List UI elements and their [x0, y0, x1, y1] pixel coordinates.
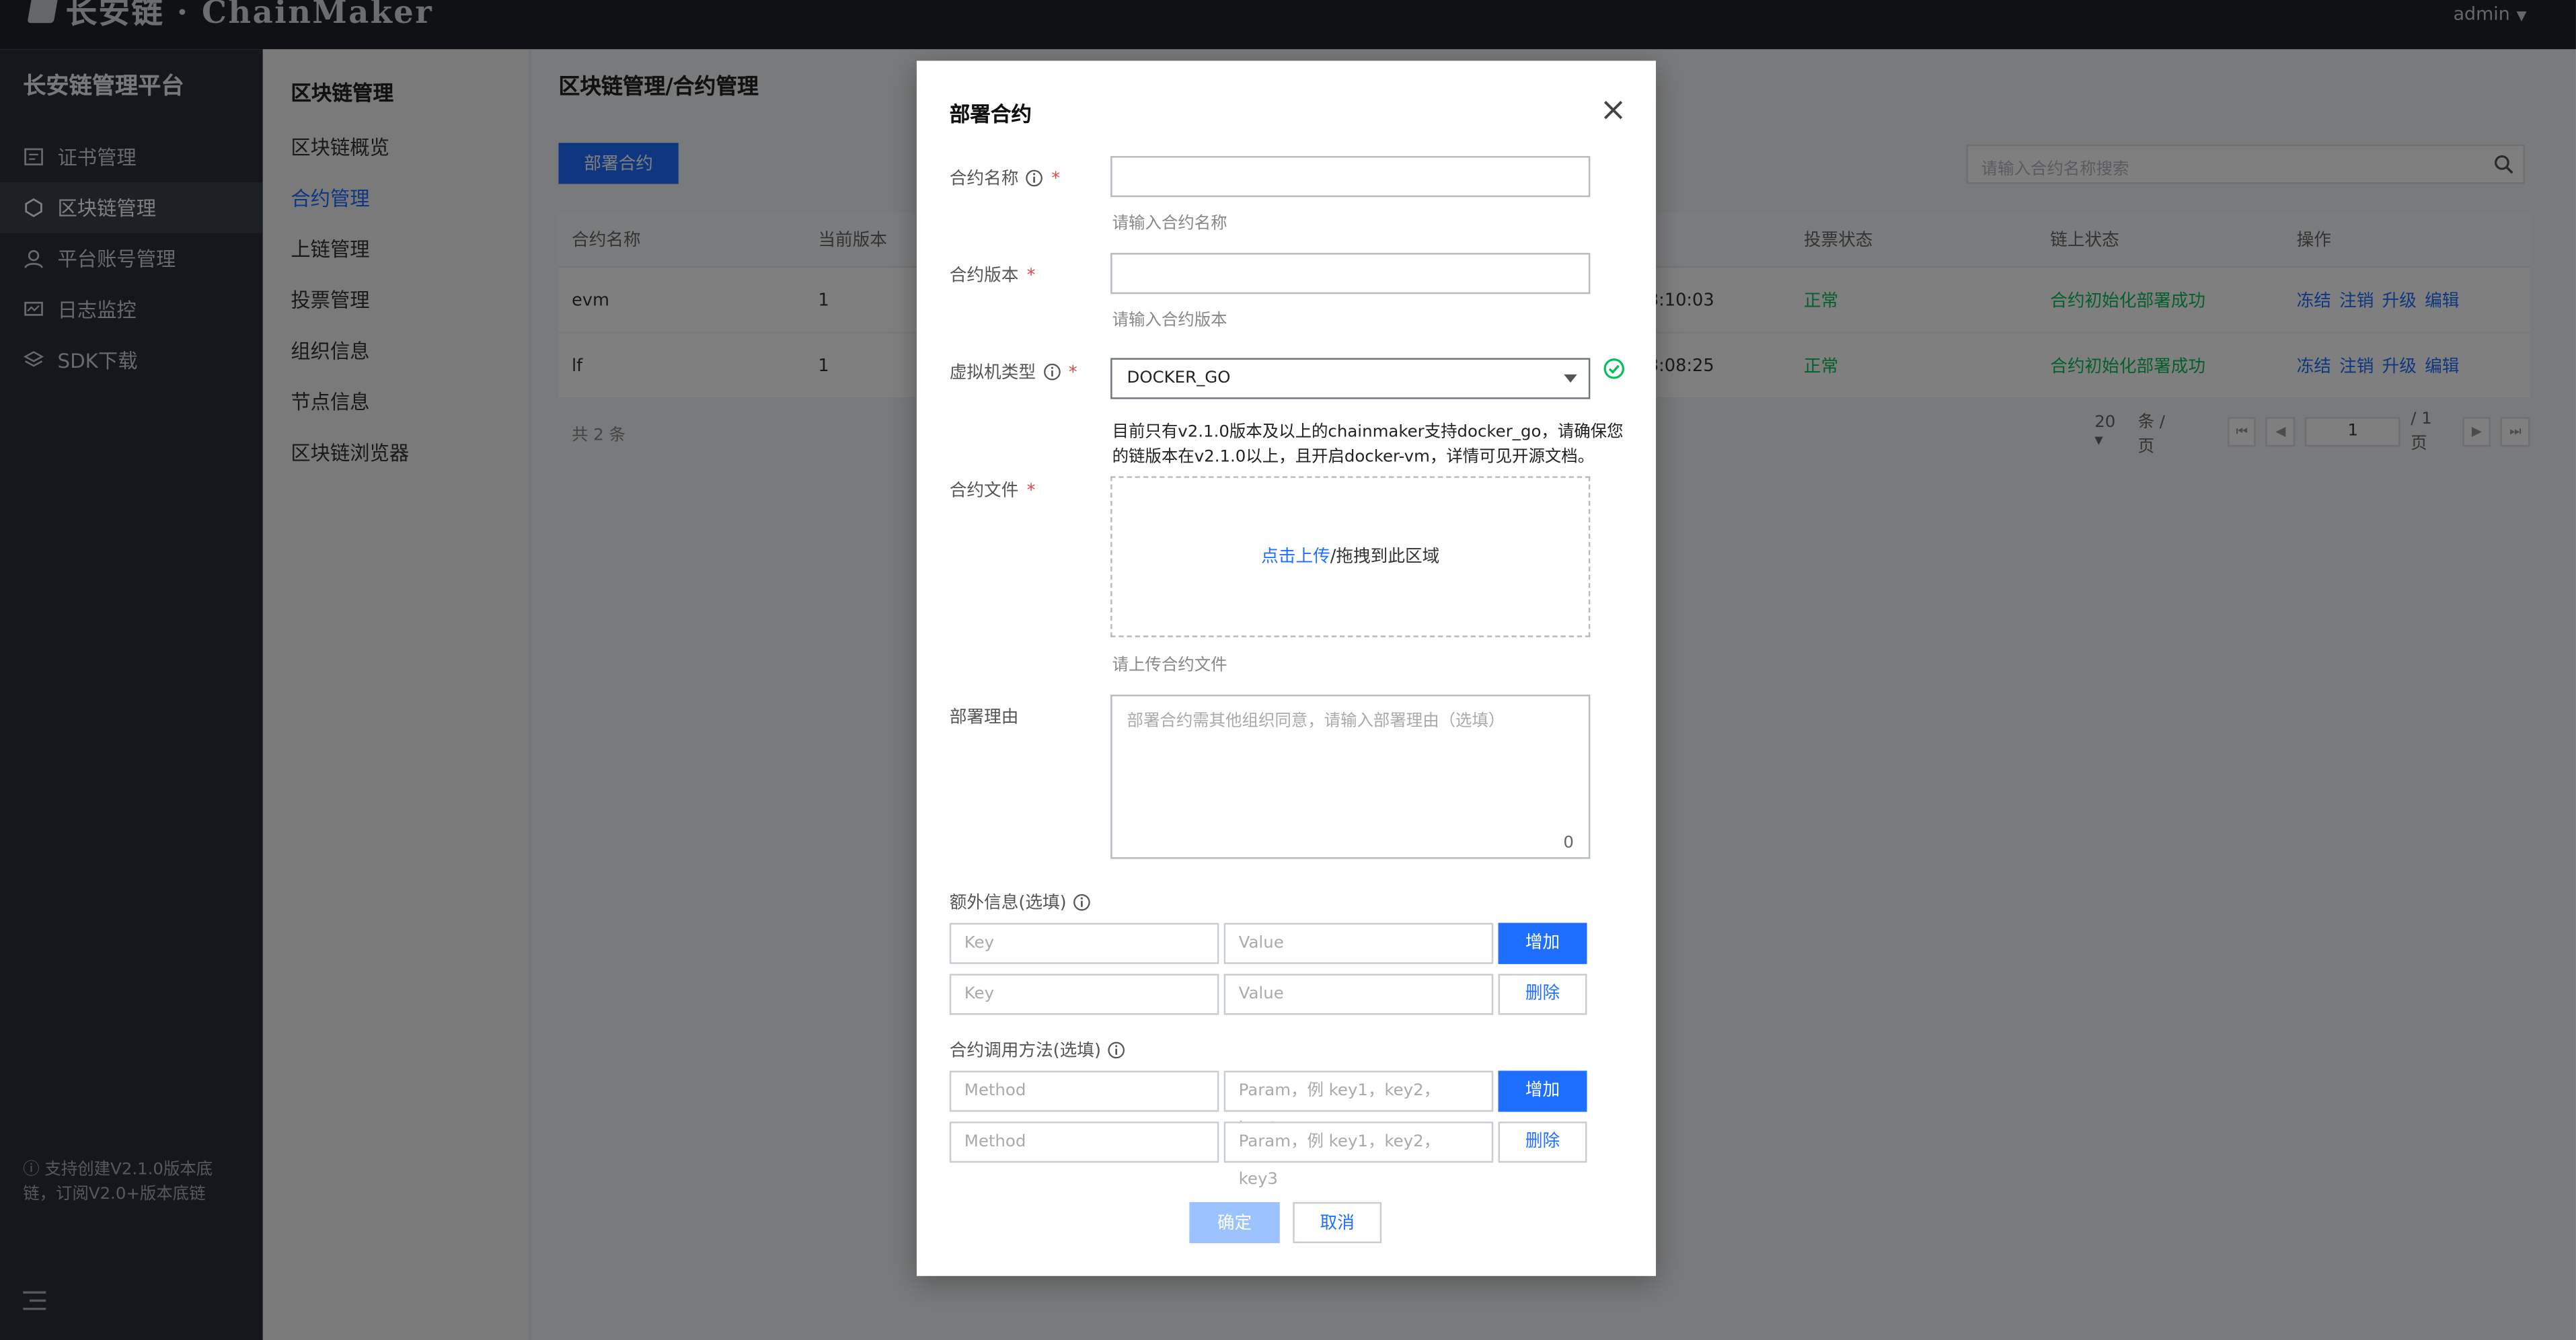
contract-version-input[interactable] — [1110, 253, 1591, 294]
info-icon[interactable] — [1025, 169, 1043, 188]
reason-char-count: 0 — [1563, 834, 1574, 853]
contract-name-label: 合约名称 * — [950, 166, 1060, 191]
required-mark: * — [1068, 362, 1077, 382]
vm-type-label: 虚拟机类型 * — [950, 360, 1077, 385]
extra-add-button[interactable]: 增加 — [1498, 922, 1587, 964]
method-add-button[interactable]: 增加 — [1498, 1070, 1587, 1112]
extra-delete-button[interactable]: 删除 — [1498, 974, 1587, 1015]
deploy-contract-modal: 部署合约 合约名称 * 请输入合约名称 合约版本 * 请输入合约版本 虚拟机类型… — [916, 61, 1657, 1276]
required-mark: * — [1026, 265, 1036, 285]
app-root: 长安链 · ChainMaker admin▼ 长安链管理平台 证书管理 区块链… — [0, 0, 2576, 1340]
check-circle-icon — [1603, 358, 1624, 379]
reason-textarea[interactable]: 部署合约需其他组织同意，请输入部署理由（选填） 0 — [1110, 695, 1591, 859]
info-icon[interactable] — [1043, 363, 1061, 381]
method-param-input[interactable]: Param，例 key1，key2，key3 — [1223, 1121, 1494, 1189]
cancel-button[interactable]: 取消 — [1293, 1201, 1382, 1243]
vm-type-label-text: 虚拟机类型 — [949, 362, 1036, 383]
upload-text: /拖拽到此区域 — [1330, 547, 1440, 567]
extra-value-input[interactable]: Value — [1223, 922, 1494, 964]
method-param-input[interactable]: Param，例 key1，key2，key3 — [1223, 1070, 1494, 1138]
method-delete-button[interactable]: 删除 — [1498, 1121, 1587, 1163]
contract-name-label-text: 合约名称 — [949, 169, 1019, 189]
method-label-text: 合约调用方法(选填) — [949, 1041, 1101, 1061]
confirm-button[interactable]: 确定 — [1189, 1201, 1280, 1243]
method-name-input[interactable]: Method — [949, 1121, 1219, 1163]
method-name-input[interactable]: Method — [949, 1070, 1219, 1112]
contract-file-label-text: 合约文件 — [949, 481, 1019, 501]
upload-link[interactable]: 点击上传 — [1261, 547, 1330, 566]
extra-value-input[interactable]: Value — [1223, 974, 1494, 1015]
vm-type-select[interactable]: DOCKER_GO — [1110, 358, 1591, 399]
vm-type-value: DOCKER_GO — [1127, 369, 1231, 388]
required-mark: * — [1026, 480, 1036, 500]
contract-name-help: 请输入合约名称 — [1112, 214, 1227, 233]
contract-file-help: 请上传合约文件 — [1112, 657, 1227, 675]
vm-notice: 目前只有v2.1.0版本及以上的chainmaker支持docker_go，请确… — [1112, 424, 1624, 467]
file-upload-area[interactable]: 点击上传/拖拽到此区域 — [1110, 476, 1591, 637]
required-mark: * — [1051, 168, 1061, 188]
extra-info-label: 额外信息(选填) — [950, 890, 1092, 915]
extra-info-label-text: 额外信息(选填) — [949, 893, 1067, 914]
close-icon[interactable] — [1600, 97, 1626, 123]
reason-label: 部署理由 — [950, 705, 1019, 730]
contract-file-label: 合约文件 * — [950, 478, 1036, 503]
reason-label-text: 部署理由 — [949, 707, 1019, 728]
method-label: 合约调用方法(选填) — [950, 1038, 1126, 1063]
info-icon[interactable] — [1108, 1041, 1126, 1060]
contract-version-label: 合约版本 * — [950, 263, 1036, 288]
contract-name-input[interactable] — [1110, 156, 1591, 198]
contract-version-help: 请输入合约版本 — [1112, 312, 1227, 330]
extra-key-input[interactable]: Key — [949, 922, 1219, 964]
modal-title: 部署合约 — [949, 102, 1032, 127]
extra-key-input[interactable]: Key — [949, 974, 1219, 1015]
contract-version-label-text: 合约版本 — [949, 266, 1019, 286]
info-icon[interactable] — [1073, 894, 1091, 912]
reason-placeholder: 部署合约需其他组织同意，请输入部署理由（选填） — [1127, 713, 1505, 731]
caret-down-icon — [1564, 374, 1577, 383]
